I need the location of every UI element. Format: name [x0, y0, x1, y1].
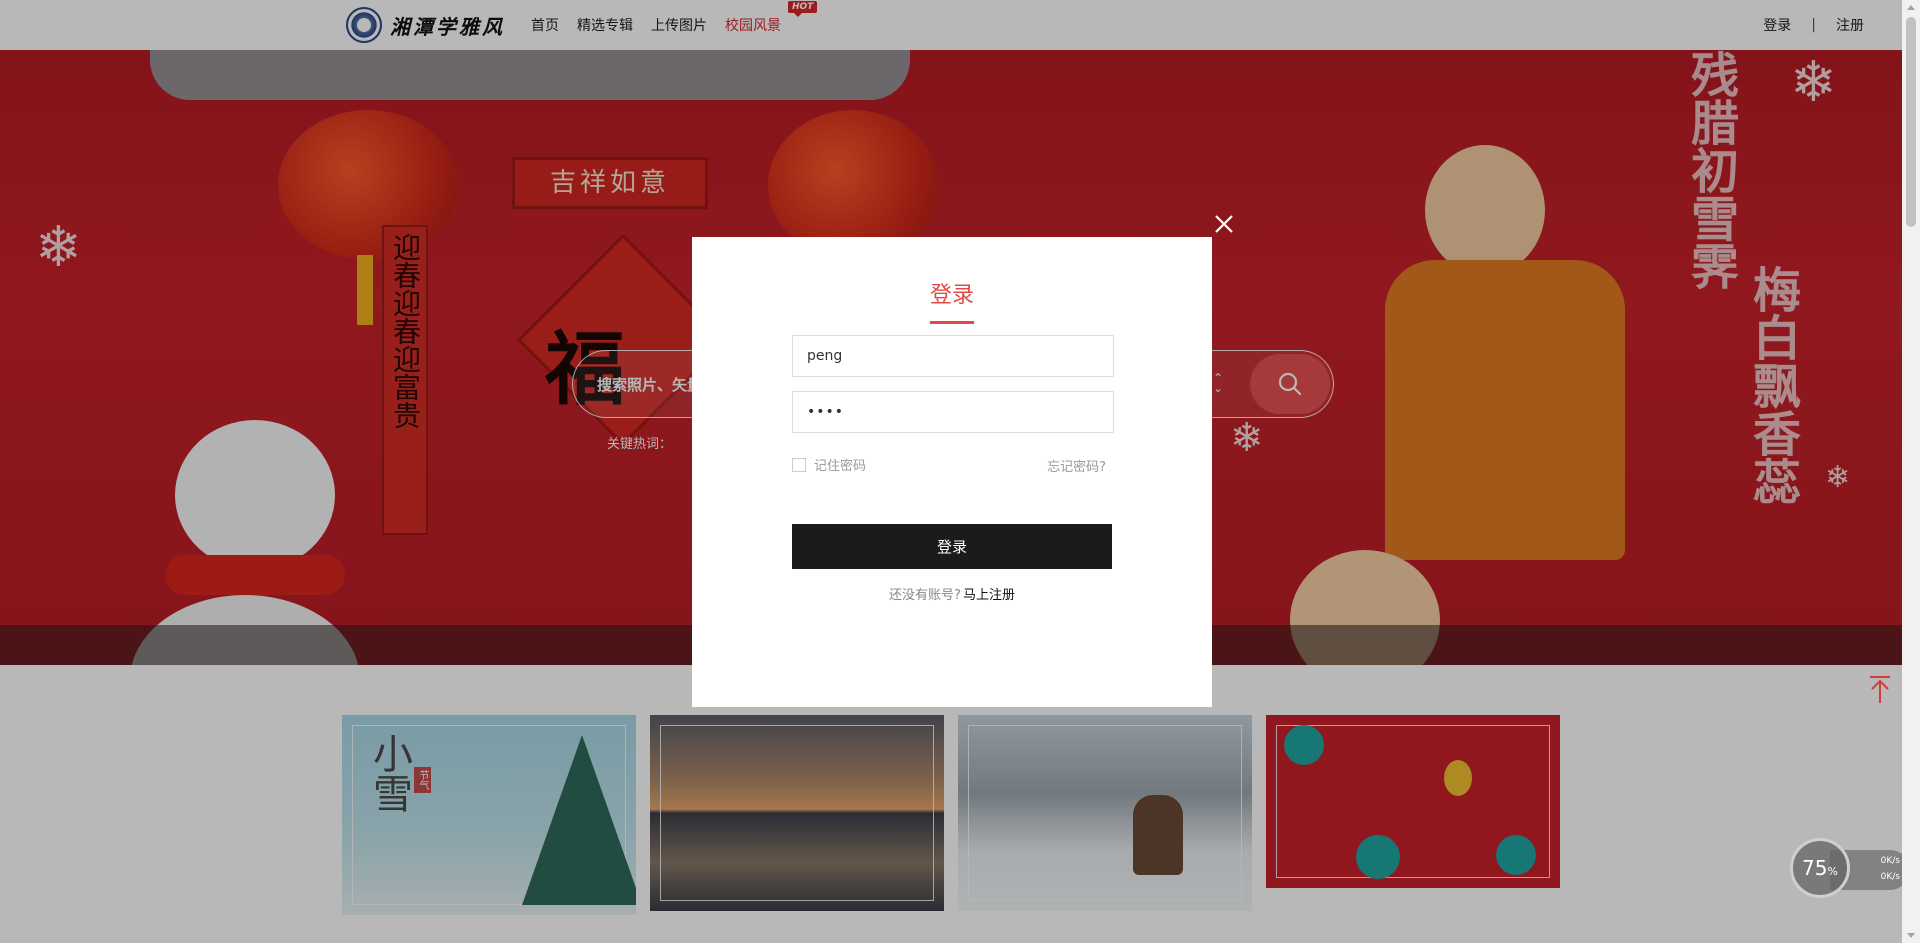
- scroll-down-arrow-icon[interactable]: [1907, 933, 1915, 938]
- network-speed-widget[interactable]: 0K/s 0K/s 75%: [1790, 838, 1910, 898]
- no-account-text: 还没有账号?: [889, 588, 961, 603]
- forgot-password-link[interactable]: 忘记密码?: [1047, 456, 1106, 475]
- close-icon: [1215, 215, 1233, 233]
- login-modal: 登录 记住密码 忘记密码? 登录 还没有账号?马上注册: [692, 237, 1212, 707]
- speed-percent: 75: [1802, 856, 1828, 880]
- remember-checkbox[interactable]: [792, 457, 806, 472]
- upload-speed: 0K/s: [1880, 856, 1900, 866]
- back-to-top-button[interactable]: [1868, 675, 1892, 705]
- speed-percent-unit: %: [1827, 864, 1838, 878]
- scroll-up-arrow-icon[interactable]: [1907, 5, 1915, 10]
- password-field[interactable]: [792, 391, 1114, 433]
- modal-title-underline: [930, 321, 974, 324]
- login-submit-button[interactable]: 登录: [792, 524, 1112, 569]
- username-field[interactable]: [792, 335, 1114, 377]
- modal-close-button[interactable]: [1213, 213, 1235, 235]
- arrow-up-icon: [1870, 676, 1890, 703]
- remember-label: 记住密码: [814, 459, 867, 474]
- register-now-link[interactable]: 马上注册: [963, 588, 1015, 603]
- scrollbar-thumb[interactable]: [1906, 17, 1916, 227]
- page-scrollbar[interactable]: [1902, 0, 1920, 943]
- register-prompt: 还没有账号? 马上注册: [692, 584, 1212, 603]
- speed-percent-circle: 75%: [1790, 838, 1850, 898]
- remember-password[interactable]: 记住密码: [792, 455, 866, 474]
- modal-title: 登录: [929, 283, 974, 308]
- download-speed: 0K/s: [1880, 872, 1900, 882]
